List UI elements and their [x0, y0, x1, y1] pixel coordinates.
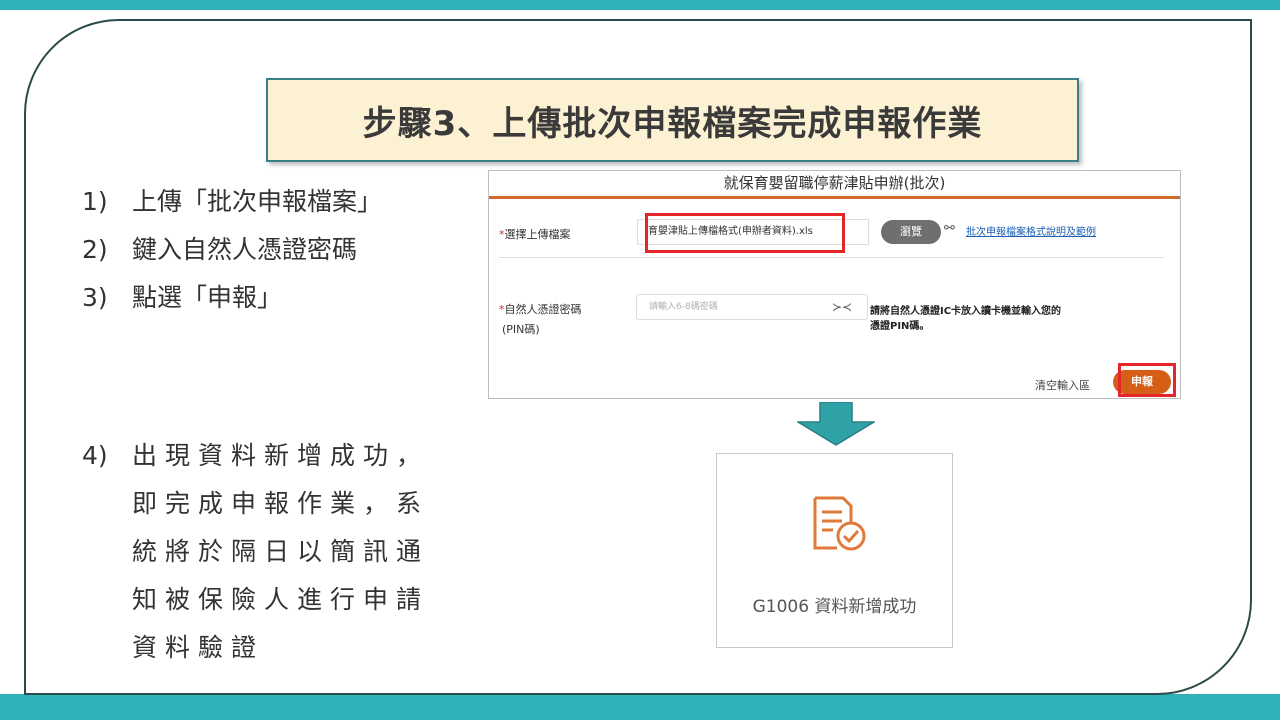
- bottom-accent-bar: [0, 694, 1280, 720]
- step-item: 2) 鍵入自然人憑證密碼: [82, 226, 462, 274]
- document-check-icon: [813, 496, 866, 551]
- step-text: 點選「申報」: [132, 283, 283, 312]
- form-title-divider: [489, 196, 1180, 199]
- step-text: 鍵入自然人憑證密碼: [132, 235, 358, 264]
- form-title: 就保育嬰留職停薪津貼申辦(批次): [723, 174, 946, 192]
- pin-field-label-sub: (PIN碼): [502, 323, 540, 336]
- format-doc-link[interactable]: 批次申報檔案格式說明及範例: [966, 223, 1096, 238]
- success-message: G1006 資料新增成功: [752, 597, 917, 617]
- form-row-divider: [499, 257, 1164, 258]
- batch-application-form: 就保育嬰留職停薪津貼申辦(批次): [488, 170, 1181, 399]
- step-number: 3): [82, 283, 108, 312]
- step-item-result: 4) 出現資料新增成功，即完成申報作業，系統將於隔日以簡訊通知被保險人進行申請資…: [82, 432, 462, 672]
- step-number: 2): [82, 235, 108, 264]
- step-item: 3) 點選「申報」: [82, 274, 462, 322]
- file-label-text: 選擇上傳檔案: [504, 228, 571, 241]
- submit-button-highlight: [1118, 363, 1176, 397]
- step-number: 1): [82, 187, 108, 216]
- arrow-down-icon: [797, 402, 875, 446]
- success-card: G1006 資料新增成功: [716, 453, 953, 648]
- eye-closed-icon[interactable]: ≻≺: [832, 300, 852, 314]
- steps-list: 1) 上傳「批次申報檔案」 2) 鍵入自然人憑證密碼 3) 點選「申報」: [82, 178, 462, 322]
- pin-instruction: 請將自然人憑證IC卡放入讀卡機並輸入您的憑證PIN碼。: [870, 306, 1062, 332]
- slide-title-box: 步驟3、上傳批次申報檔案完成申報作業: [266, 78, 1079, 162]
- step-item: 1) 上傳「批次申報檔案」: [82, 178, 462, 226]
- step-text: 上傳「批次申報檔案」: [132, 187, 383, 216]
- link-icon: ⚯: [944, 221, 955, 236]
- top-accent-bar: [0, 0, 1280, 10]
- browse-button[interactable]: 瀏覽: [881, 220, 941, 244]
- file-field-label: *選擇上傳檔案: [499, 226, 571, 242]
- step-number: 4): [82, 441, 108, 470]
- pin-label-text: 自然人憑證密碼: [504, 303, 582, 316]
- clear-input-button[interactable]: 清空輸入區: [1035, 377, 1090, 393]
- pin-field-label: *自然人憑證密碼: [499, 301, 582, 317]
- slide-title: 步驟3、上傳批次申報檔案完成申報作業: [362, 103, 983, 144]
- file-input-highlight: [645, 213, 845, 253]
- step-text: 出現資料新增成功，即完成申報作業，系統將於隔日以簡訊通知被保險人進行申請資料驗證: [132, 441, 430, 662]
